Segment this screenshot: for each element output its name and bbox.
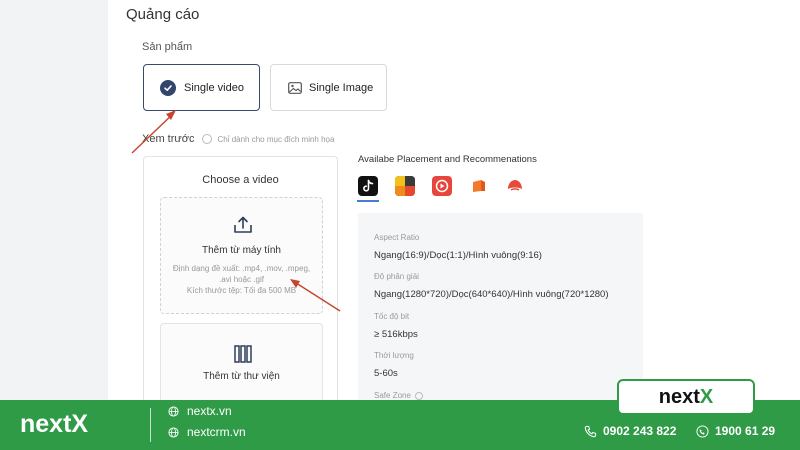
badge-prefix: next [658, 385, 700, 408]
footer-link-nextcrm[interactable]: nextcrm.vn [168, 425, 246, 439]
footer-link-nextcrm-text: nextcrm.vn [187, 425, 246, 439]
arrow-head-upload [290, 279, 300, 288]
footer-phone-mobile[interactable]: 0902 243 822 [584, 424, 676, 438]
footer-link-nextx-text: nextx.vn [187, 404, 232, 418]
hotline-icon [696, 424, 709, 438]
footer-phone-hotline-text: 1900 61 29 [715, 424, 776, 438]
footer-divider [150, 408, 151, 442]
arrow-to-single-video [131, 112, 175, 154]
footer-phone-mobile-text: 0902 243 822 [603, 424, 677, 438]
badge-suffix: X [699, 385, 714, 408]
footer-phone-hotline[interactable]: 1900 61 29 [696, 424, 775, 438]
globe-icon [168, 405, 179, 417]
globe-icon [168, 426, 179, 438]
arrow-to-upload [292, 280, 341, 312]
phone-icon [584, 425, 597, 438]
nextx-badge-logo: next X [617, 379, 755, 415]
footer-link-nextx[interactable]: nextx.vn [168, 404, 232, 418]
footer-logo: nextX [20, 410, 89, 438]
